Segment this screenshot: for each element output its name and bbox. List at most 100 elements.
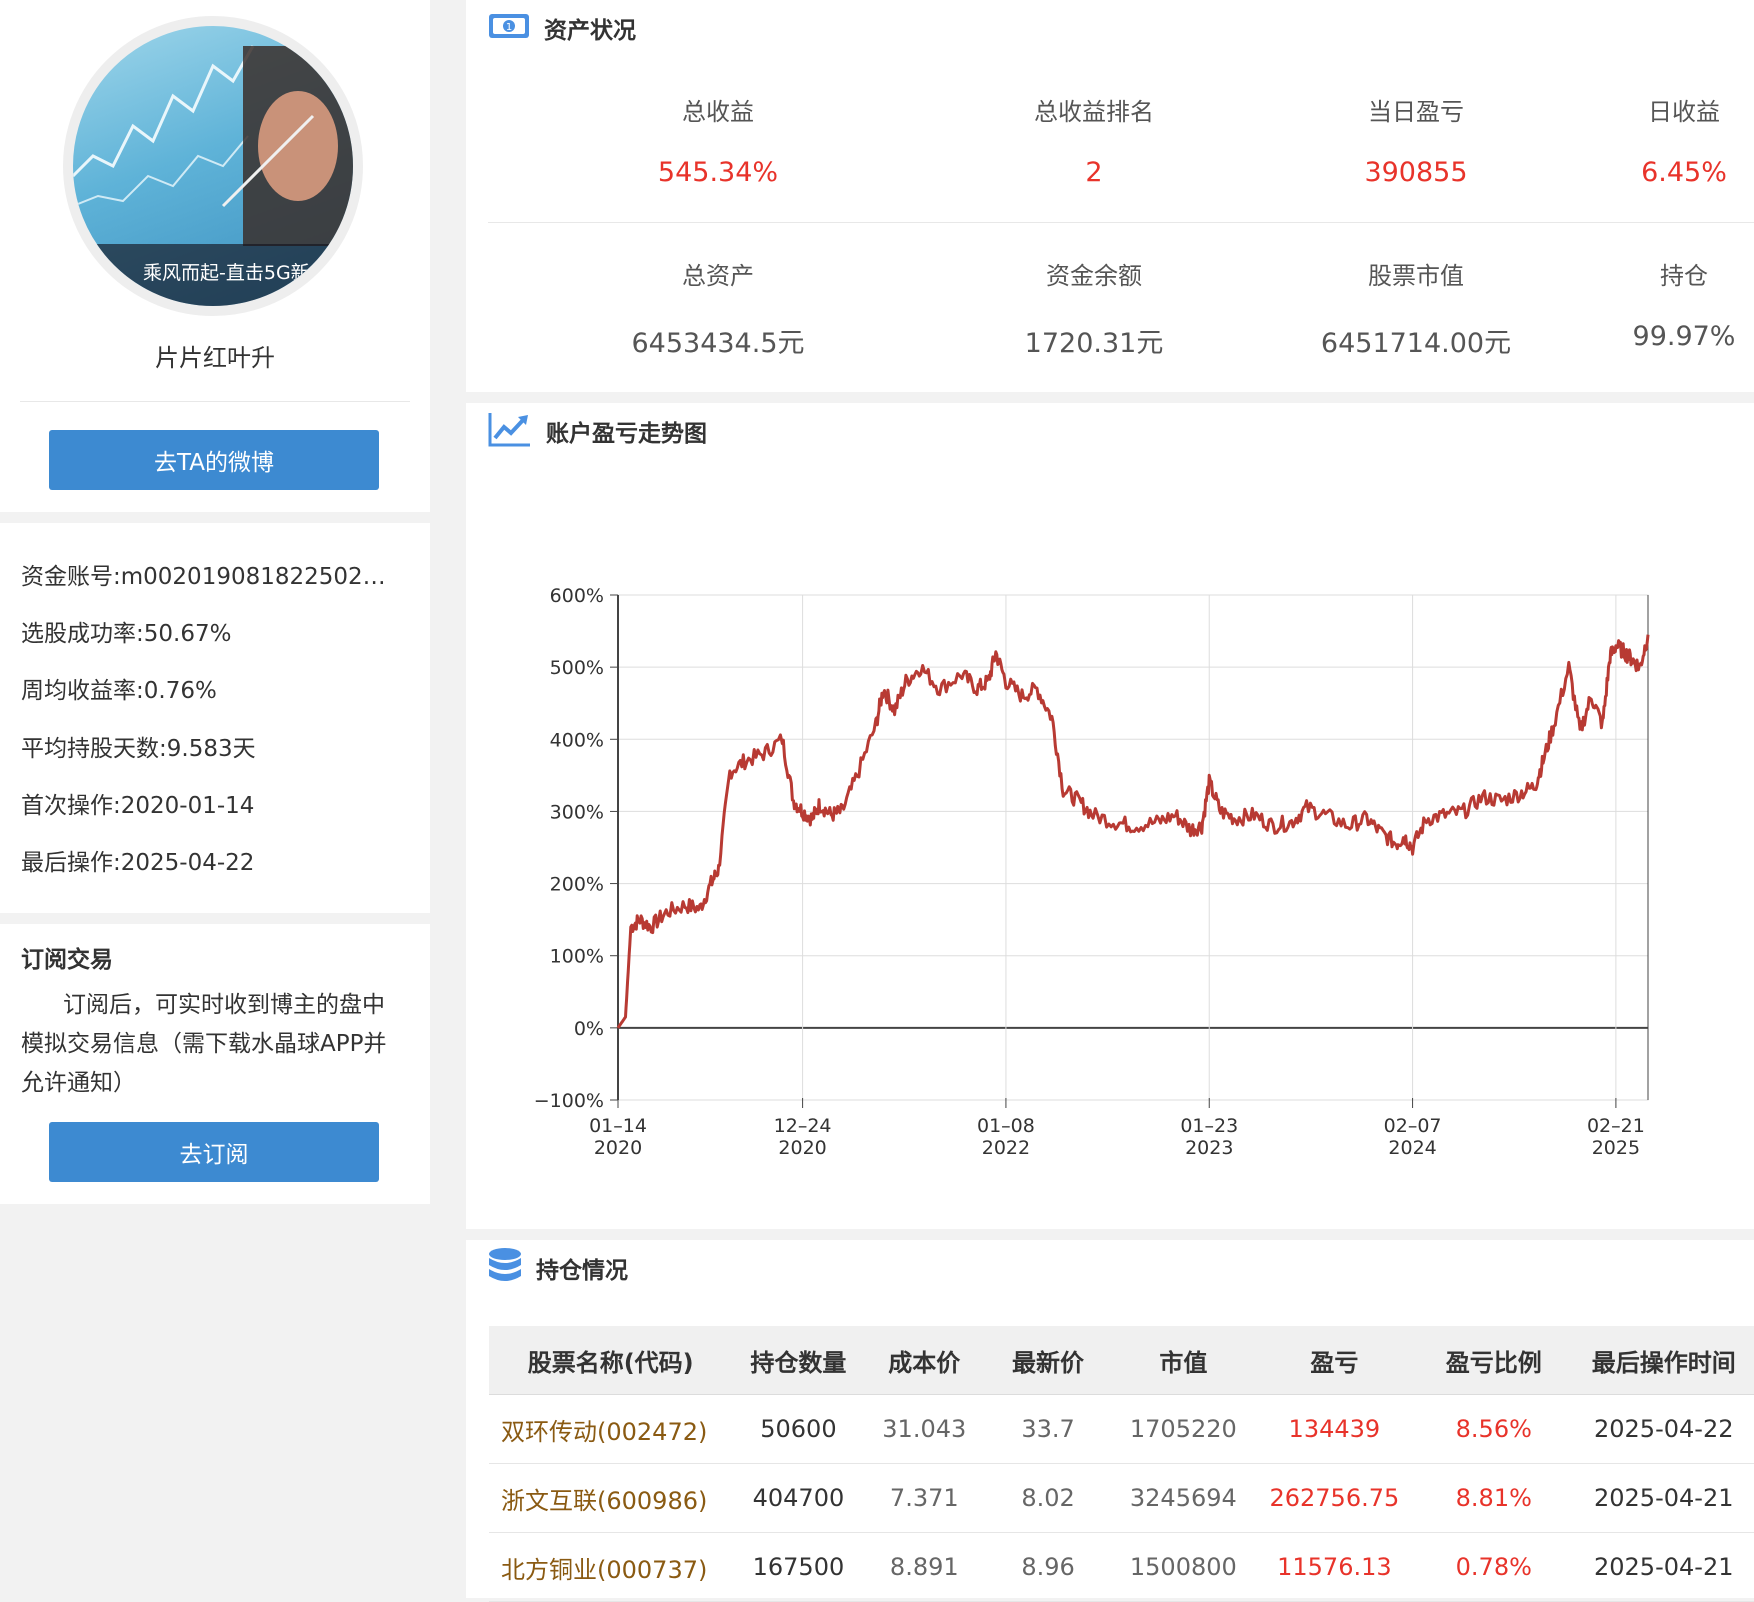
y-tick-label: 200% (550, 874, 604, 896)
metric-value: 6453434.5元 (578, 321, 858, 360)
table-row[interactable]: 双环传动(002472) 50600 31.043 33.7 1705220 1… (489, 1395, 1754, 1464)
stat-pick-success-rate: 选股成功率:50.67% (21, 614, 416, 648)
metric-label: 日收益 (1544, 92, 1754, 127)
cell-quantity: 404700 (732, 1464, 864, 1533)
cell-latest-price: 8.02 (984, 1464, 1112, 1533)
cell-last-operation: 2025-04-21 (1574, 1533, 1754, 1602)
metric-label: 持仓 (1544, 256, 1754, 291)
stat-avg-hold-days: 平均持股天数:9.583天 (21, 729, 416, 763)
divider (20, 401, 410, 402)
cell-pnl: 134439 (1255, 1395, 1414, 1464)
cell-market-value: 1705220 (1112, 1395, 1255, 1464)
metric-total-return: 总收益 545.34% (578, 92, 858, 188)
stat-fund-account: 资金账号:m002019081822502… (21, 557, 416, 591)
stat-value: 9.583天 (167, 736, 256, 762)
metric-value: 545.34% (578, 157, 858, 188)
metric-value: 390855 (1276, 157, 1556, 188)
pnl-trend-card: 账户盈亏走势图 600%500%400%300%200%100%0%−100%0… (466, 403, 1754, 1229)
metric-value: 1720.31元 (954, 321, 1234, 360)
metric-label: 总收益排名 (954, 92, 1234, 127)
cell-cost-price: 7.371 (865, 1464, 985, 1533)
cell-pnl: 262756.75 (1255, 1464, 1414, 1533)
pnl-trend-chart: 600%500%400%300%200%100%0%−100%01–142020… (466, 403, 1754, 1229)
column-header[interactable]: 最后操作时间 (1574, 1326, 1754, 1395)
table-row[interactable]: 浙文互联(600986) 404700 7.371 8.02 3245694 2… (489, 1464, 1754, 1533)
table-row[interactable]: 北方铜业(000737) 167500 8.891 8.96 1500800 1… (489, 1533, 1754, 1602)
stat-label: 选股成功率: (21, 621, 144, 647)
y-tick-label: 100% (550, 946, 604, 968)
stock-name-link[interactable]: 双环传动(002472) (489, 1395, 732, 1464)
divider (488, 222, 1754, 223)
metric-cash-balance: 资金余额 1720.31元 (954, 256, 1234, 360)
x-tick-year-label: 2025 (1592, 1137, 1640, 1159)
x-tick-year-label: 2020 (594, 1137, 642, 1159)
metric-daily-return: 日收益 6.45% (1544, 92, 1754, 188)
subscribe-button[interactable]: 去订阅 (49, 1122, 379, 1182)
profile-card: 乘风而起-直击5G新机遇 片片红叶升 去TA的微博 (0, 0, 430, 512)
x-tick-label: 12–24 (774, 1115, 832, 1137)
stat-last-operation: 最后操作:2025-04-22 (21, 843, 416, 877)
metric-total-return-rank: 总收益排名 2 (954, 92, 1234, 188)
stat-label: 资金账号: (21, 564, 121, 590)
subscribe-card: 订阅交易 订阅后，可实时收到博主的盘中模拟交易信息（需下载水晶球APP并允许通知… (0, 924, 430, 1204)
metric-value: 2 (954, 157, 1234, 188)
column-header[interactable]: 盈亏 (1255, 1326, 1414, 1395)
metric-value: 99.97% (1544, 321, 1754, 352)
cell-pnl-ratio: 8.81% (1414, 1464, 1573, 1533)
metric-total-assets: 总资产 6453434.5元 (578, 256, 858, 360)
cell-pnl-ratio: 8.56% (1414, 1395, 1573, 1464)
money-icon: 1 (488, 11, 530, 45)
avatar-caption: 乘风而起-直击5G新机遇 (73, 244, 353, 306)
holdings-title: 持仓情况 (536, 1251, 628, 1285)
holdings-header: 持仓情况 (488, 1248, 628, 1288)
column-header[interactable]: 持仓数量 (732, 1326, 864, 1395)
column-header[interactable]: 市值 (1112, 1326, 1255, 1395)
cell-cost-price: 31.043 (865, 1395, 985, 1464)
holdings-table: 股票名称(代码) 持仓数量 成本价 最新价 市值 盈亏 盈亏比例 最后操作时间 … (489, 1326, 1754, 1602)
y-tick-label: −100% (534, 1090, 604, 1112)
cell-latest-price: 33.7 (984, 1395, 1112, 1464)
database-icon (488, 1247, 522, 1289)
column-header[interactable]: 成本价 (865, 1326, 985, 1395)
cell-last-operation: 2025-04-21 (1574, 1464, 1754, 1533)
avatar[interactable]: 乘风而起-直击5G新机遇 (63, 16, 363, 316)
svg-text:1: 1 (506, 22, 512, 33)
y-tick-label: 300% (550, 801, 604, 823)
cell-last-operation: 2025-04-22 (1574, 1395, 1754, 1464)
metric-daily-pnl: 当日盈亏 390855 (1276, 92, 1556, 188)
column-header[interactable]: 最新价 (984, 1326, 1112, 1395)
subscribe-title: 订阅交易 (21, 940, 113, 974)
stat-label: 平均持股天数: (21, 736, 167, 762)
x-tick-year-label: 2020 (778, 1137, 826, 1159)
y-tick-label: 600% (550, 585, 604, 607)
y-tick-label: 0% (574, 1018, 604, 1040)
y-tick-label: 400% (550, 729, 604, 751)
stat-label: 首次操作: (21, 793, 121, 819)
stat-label: 周均收益率: (21, 678, 144, 704)
cell-market-value: 3245694 (1112, 1464, 1255, 1533)
stat-value: 0.76% (144, 678, 217, 704)
cell-pnl: 11576.13 (1255, 1533, 1414, 1602)
account-stats-card: 资金账号:m002019081822502… 选股成功率:50.67% 周均收益… (0, 523, 430, 913)
cell-cost-price: 8.891 (865, 1533, 985, 1602)
stat-label: 最后操作: (21, 850, 121, 876)
x-tick-label: 01–08 (977, 1115, 1035, 1137)
stock-name-link[interactable]: 北方铜业(000737) (489, 1533, 732, 1602)
metric-value: 6.45% (1544, 157, 1754, 188)
stock-name-link[interactable]: 浙文互联(600986) (489, 1464, 732, 1533)
x-tick-label: 01–23 (1180, 1115, 1238, 1137)
cell-market-value: 1500800 (1112, 1533, 1255, 1602)
metric-label: 资金余额 (954, 256, 1234, 291)
stat-value: 2025-04-22 (121, 850, 255, 876)
username: 片片红叶升 (0, 338, 430, 373)
metric-stock-market-value: 股票市值 6451714.00元 (1276, 256, 1556, 360)
subscribe-description: 订阅后，可实时收到博主的盘中模拟交易信息（需下载水晶球APP并允许通知） (21, 986, 401, 1103)
y-tick-label: 500% (550, 657, 604, 679)
visit-weibo-button[interactable]: 去TA的微博 (49, 430, 379, 490)
column-header[interactable]: 股票名称(代码) (489, 1326, 732, 1395)
column-header[interactable]: 盈亏比例 (1414, 1326, 1573, 1395)
metric-position-ratio: 持仓 99.97% (1544, 256, 1754, 352)
cell-latest-price: 8.96 (984, 1533, 1112, 1602)
stat-value: 2020-01-14 (121, 793, 255, 819)
metric-label: 总收益 (578, 92, 858, 127)
